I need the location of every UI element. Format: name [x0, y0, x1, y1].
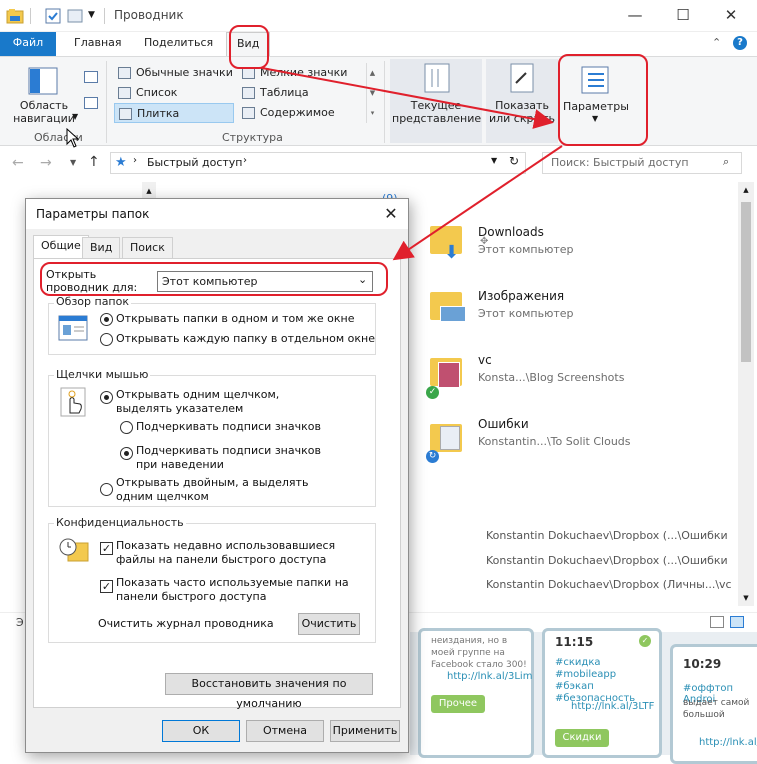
mouse-cursor-icon	[66, 127, 80, 151]
annotation-arrows	[261, 67, 563, 261]
